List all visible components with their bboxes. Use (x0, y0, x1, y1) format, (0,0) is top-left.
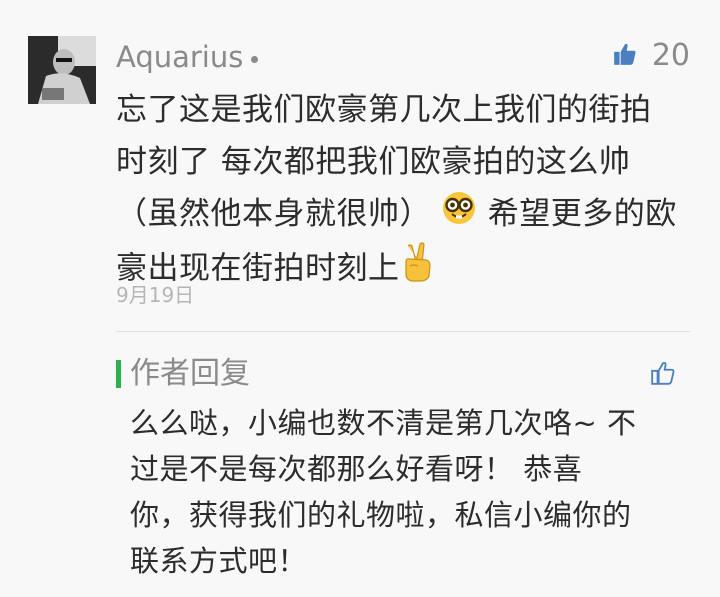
reply-line: 么么哒，小编也数不清是第几次咯~ 不 (130, 406, 637, 440)
reply-title: 作者回复 (130, 356, 250, 391)
comment-line: 时刻了 每次都把我们欧豪拍的这么帅 (116, 144, 631, 180)
comment-text: 忘了这是我们欧豪第几次上我们的街拍 时刻了 每次都把我们欧豪拍的这么帅 （虽然他… (116, 84, 696, 298)
like-button[interactable]: 20 (612, 36, 690, 76)
reply-like-button[interactable] (650, 360, 676, 390)
comment-date: 9月19日 (116, 283, 195, 307)
comment-line: （虽然他本身就很帅） 希望更多的欧 (116, 188, 696, 242)
like-count: 20 (651, 38, 690, 73)
username-text: Aquarius (116, 40, 244, 74)
reply-line: 联系方式吧！ (130, 544, 308, 578)
reply-line: 过是不是每次都那么好看呀！ 恭喜 (130, 452, 583, 486)
thumbs-up-outline-icon (650, 361, 676, 390)
reply-text: 么么哒，小编也数不清是第几次咯~ 不 过是不是每次都那么好看呀！ 恭喜 你，获得… (130, 400, 690, 584)
avatar[interactable] (28, 36, 96, 104)
username-dot (251, 55, 259, 63)
victory-hand-emoji (400, 241, 434, 298)
nerd-face-emoji (441, 190, 477, 242)
divider (116, 331, 690, 332)
reply-indicator-bar (116, 360, 121, 388)
comment-line: 忘了这是我们欧豪第几次上我们的街拍 (116, 92, 652, 128)
thumbs-up-icon (612, 41, 638, 71)
comment-username[interactable]: Aquarius (116, 38, 259, 76)
comment-line: 豪出现在街拍时刻上 (116, 241, 696, 298)
reply-line: 你，获得我们的礼物啦，私信小编你的 (130, 498, 632, 532)
